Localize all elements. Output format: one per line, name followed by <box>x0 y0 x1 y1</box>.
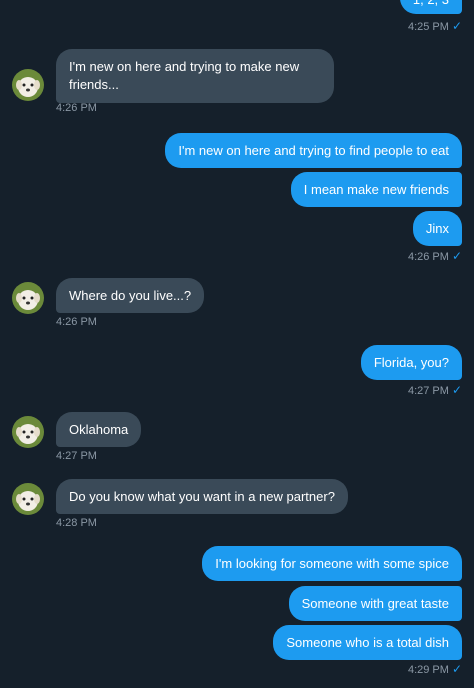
message-bubble-outgoing[interactable]: Florida, you? <box>360 345 462 380</box>
checkmark-icon: ✓ <box>451 249 462 263</box>
message-bubble-incoming[interactable]: Where do you live...? <box>56 278 205 313</box>
message-bubble-outgoing[interactable]: Jinx <box>412 211 462 246</box>
message-timestamp: 4:25 PM ✓ <box>407 19 462 33</box>
puppy-avatar[interactable] <box>12 282 44 314</box>
message-bubble-outgoing[interactable]: I'm looking for someone with some spice <box>202 546 462 581</box>
message-timestamp: 4:26 PM ✓ <box>407 249 462 263</box>
message-bubble-outgoing[interactable]: Someone with great taste <box>288 586 462 621</box>
checkmark-icon: ✓ <box>451 383 462 397</box>
message-thread: 1, 2, 3 4:25 PM✓ I'm new on here and try… <box>0 0 474 688</box>
message-bubble-outgoing[interactable]: 1, 2, 3 <box>399 0 462 14</box>
checkmark-icon: ✓ <box>451 662 462 676</box>
puppy-avatar[interactable] <box>12 416 44 448</box>
message-bubble-outgoing[interactable]: I'm new on here and trying to find peopl… <box>165 133 462 168</box>
puppy-avatar[interactable] <box>12 483 44 515</box>
message-timestamp: 4:26 PM <box>56 316 97 328</box>
message-timestamp: 4:26 PM <box>56 102 97 114</box>
checkmark-icon: ✓ <box>451 19 462 33</box>
message-timestamp: 4:28 PM <box>56 517 97 529</box>
message-bubble-outgoing[interactable]: I mean make new friends <box>290 172 462 207</box>
message-bubble-incoming[interactable]: Oklahoma <box>56 412 142 447</box>
message-timestamp: 4:29 PM ✓ <box>407 662 462 676</box>
puppy-avatar[interactable] <box>12 69 44 101</box>
message-bubble-incoming[interactable]: Do you know what you want in a new partn… <box>56 479 348 514</box>
message-bubble-incoming[interactable]: I'm new on here and trying to make new f… <box>56 49 334 103</box>
message-timestamp: 4:27 PM <box>56 450 97 462</box>
message-bubble-outgoing[interactable]: Someone who is a total dish <box>273 625 462 660</box>
message-timestamp: 4:27 PM ✓ <box>407 383 462 397</box>
